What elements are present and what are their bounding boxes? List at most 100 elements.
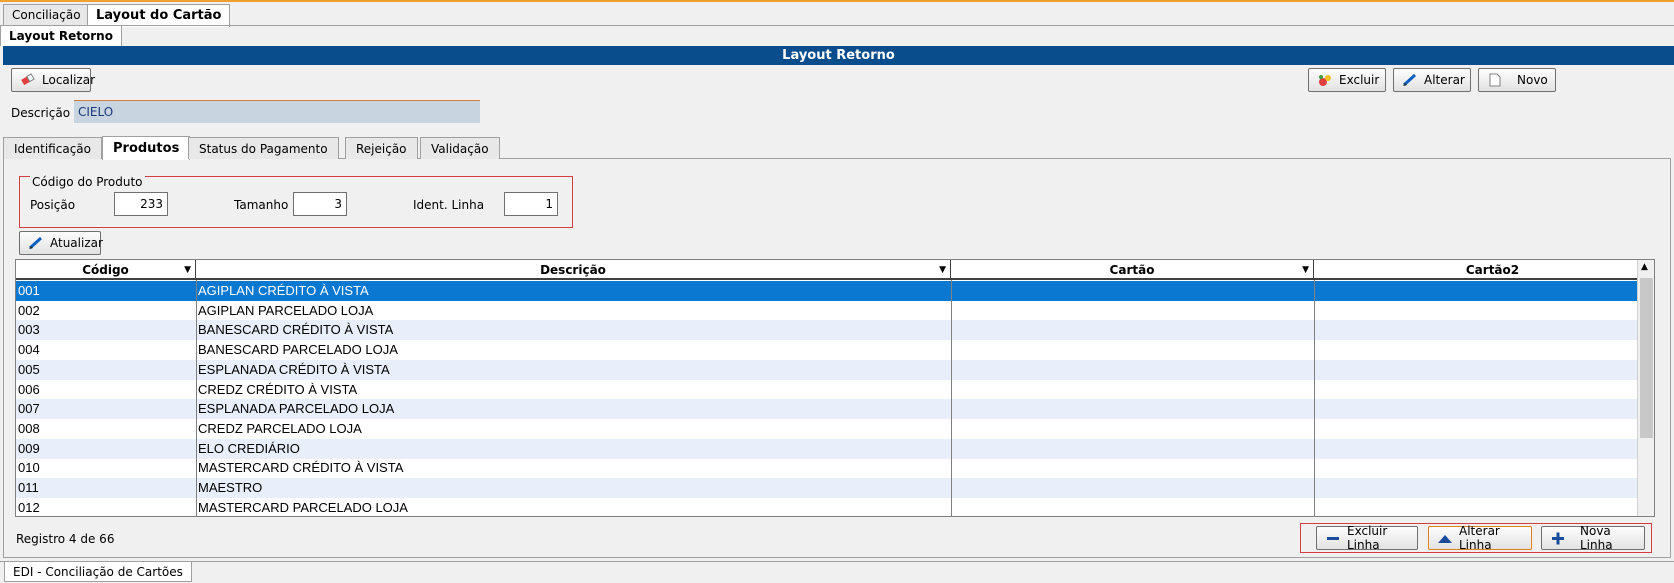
localizar-button[interactable]: Localizar — [11, 68, 95, 92]
cell-cartao2 — [1314, 478, 1654, 498]
cell-descricao: AGIPLAN PARCELADO LOJA — [198, 302, 374, 318]
table-row[interactable]: 002 AGIPLAN PARCELADO LOJA — [16, 301, 1654, 321]
cell-cartao2 — [1314, 498, 1654, 516]
cell-codigo: 005 — [18, 361, 40, 377]
eraser-icon — [20, 73, 36, 87]
posicao-field[interactable]: 233 — [114, 192, 168, 216]
header-codigo-label: Código — [82, 263, 129, 277]
atualizar-label: Atualizar — [50, 236, 103, 250]
column-divider — [951, 280, 952, 516]
excluir-linha-button[interactable]: Excluir Linha — [1316, 524, 1418, 552]
column-divider — [196, 280, 197, 516]
cell-cartao2 — [1314, 399, 1654, 419]
table-row[interactable]: 008 CREDZ PARCELADO LOJA — [16, 419, 1654, 439]
cell-descricao: CREDZ CRÉDITO À VISTA — [198, 381, 358, 397]
atualizar-button[interactable]: Atualizar — [19, 231, 103, 255]
excluir-button[interactable]: Excluir — [1308, 68, 1386, 92]
cell-descricao: ESPLANADA PARCELADO LOJA — [198, 401, 395, 417]
header-cartao-label: Cartão — [1109, 263, 1155, 277]
tab-rejeicao[interactable]: Rejeição — [345, 137, 418, 159]
cell-cartao — [951, 320, 1314, 340]
tab-produtos[interactable]: Produtos — [102, 136, 191, 160]
table-row[interactable]: ▶001AGIPLAN CRÉDITO À VISTA — [16, 281, 1654, 301]
ident-linha-field[interactable]: 1 — [504, 192, 558, 216]
dropdown-arrow-icon[interactable]: ▼ — [939, 260, 946, 280]
tab-edi-conciliacao[interactable]: EDI - Conciliação de Cartões — [4, 562, 192, 582]
status-bar: EDI - Conciliação de Cartões — [0, 561, 1674, 583]
cell-cartao — [951, 419, 1314, 439]
cell-cartao — [951, 458, 1314, 478]
cell-cartao — [951, 360, 1314, 380]
column-divider — [1314, 280, 1315, 516]
top-tab-strip: Conciliação Layout do Cartão — [0, 0, 1674, 27]
cell-codigo: 006 — [18, 381, 40, 397]
table-row[interactable]: 003 BANESCARD CRÉDITO À VISTA — [16, 320, 1654, 341]
cell-cartao2 — [1314, 419, 1654, 439]
header-descricao[interactable]: Descrição ▼ — [196, 260, 951, 280]
cell-cartao2 — [1314, 281, 1654, 301]
alterar-linha-button[interactable]: Alterar Linha — [1428, 524, 1532, 552]
table-row[interactable]: 006 CREDZ CRÉDITO À VISTA — [16, 380, 1654, 400]
header-cartao2[interactable]: Cartão2 ▼ — [1314, 260, 1654, 280]
header-cartao[interactable]: Cartão ▼ — [951, 260, 1314, 280]
dropdown-arrow-icon[interactable]: ▼ — [184, 260, 191, 280]
alterar-label: Alterar — [1424, 73, 1465, 87]
tab-conciliacao[interactable]: Conciliação — [3, 4, 90, 26]
novo-label: Novo — [1517, 73, 1548, 87]
tamanho-label: Tamanho — [234, 198, 289, 212]
scrollbar-thumb[interactable] — [1640, 278, 1653, 438]
cell-codigo: 009 — [18, 440, 40, 456]
scroll-up-icon[interactable]: ▲ — [1641, 262, 1648, 272]
table-row[interactable]: 004 BANESCARD PARCELADO LOJA — [16, 340, 1654, 360]
table-row[interactable]: 009 ELO CREDIÁRIO — [16, 438, 1654, 459]
cell-descricao: BANESCARD PARCELADO LOJA — [198, 342, 398, 358]
cell-cartao — [951, 478, 1314, 498]
alterar-button[interactable]: Alterar — [1393, 68, 1471, 92]
table-row[interactable]: 010 MASTERCARD CRÉDITO À VISTA — [16, 458, 1654, 478]
tab-validacao[interactable]: Validação — [420, 137, 500, 159]
header-cartao2-label: Cartão2 — [1465, 263, 1520, 277]
cell-codigo: 011 — [18, 480, 39, 495]
cell-codigo: 003 — [18, 322, 40, 338]
cell-cartao — [951, 498, 1314, 516]
cell-cartao — [951, 281, 1314, 301]
page-title: Layout Retorno — [3, 46, 1674, 65]
cell-descricao: ELO CREDIÁRIO — [198, 440, 300, 456]
table-row[interactable]: 007 ESPLANADA PARCELADO LOJA — [16, 399, 1654, 420]
excluir-label: Excluir — [1339, 73, 1380, 87]
nova-linha-label: Nova Linha — [1580, 524, 1613, 552]
novo-button[interactable]: Novo — [1478, 68, 1556, 92]
grid-vertical-scrollbar[interactable]: ▲ — [1637, 260, 1654, 516]
descricao-label: Descrição — [11, 106, 71, 120]
table-row[interactable]: 005 ESPLANADA CRÉDITO À VISTA — [16, 359, 1654, 380]
triangle-up-icon — [1437, 531, 1453, 545]
codigo-produto-group: Código do Produto Posição 233 Tamanho 3 … — [19, 175, 573, 228]
cell-descricao: CREDZ PARCELADO LOJA — [198, 420, 362, 436]
refresh-pen-icon — [28, 236, 44, 250]
cell-cartao2 — [1314, 320, 1654, 340]
minus-icon — [1325, 531, 1341, 545]
produtos-grid[interactable]: Código ▼ Descrição ▼ Cartão ▼ Cartão2 ▼ … — [15, 259, 1655, 517]
cell-cartao — [951, 380, 1314, 400]
alterar-linha-label: Alterar Linha — [1459, 524, 1500, 552]
nova-linha-button[interactable]: Nova Linha — [1541, 524, 1645, 552]
table-row[interactable]: 011 MAESTRO — [16, 478, 1654, 498]
dropdown-arrow-icon[interactable]: ▼ — [1302, 260, 1309, 280]
tamanho-field[interactable]: 3 — [293, 192, 347, 216]
posicao-label: Posição — [30, 198, 76, 212]
localizar-label: Localizar — [42, 73, 96, 87]
table-row[interactable]: 012 MASTERCARD PARCELADO LOJA — [16, 498, 1654, 516]
codigo-produto-title: Código do Produto — [30, 175, 145, 189]
grid-header: Código ▼ Descrição ▼ Cartão ▼ Cartão2 ▼ — [16, 260, 1654, 280]
tab-layout-do-cartao[interactable]: Layout do Cartão — [87, 4, 231, 27]
tab-status-do-pagamento[interactable]: Status do Pagamento — [188, 137, 339, 159]
cell-descricao: AGIPLAN CRÉDITO À VISTA — [198, 283, 369, 298]
tab-divider — [0, 25, 1674, 26]
new-document-icon — [1487, 73, 1503, 87]
tab-layout-retorno[interactable]: Layout Retorno — [0, 25, 122, 46]
descricao-field[interactable]: CIELO — [74, 100, 480, 123]
tab-identificacao[interactable]: Identificação — [3, 137, 102, 159]
cell-codigo: 012 — [18, 499, 40, 515]
header-codigo[interactable]: Código ▼ — [16, 260, 196, 280]
cell-cartao2 — [1314, 439, 1654, 459]
